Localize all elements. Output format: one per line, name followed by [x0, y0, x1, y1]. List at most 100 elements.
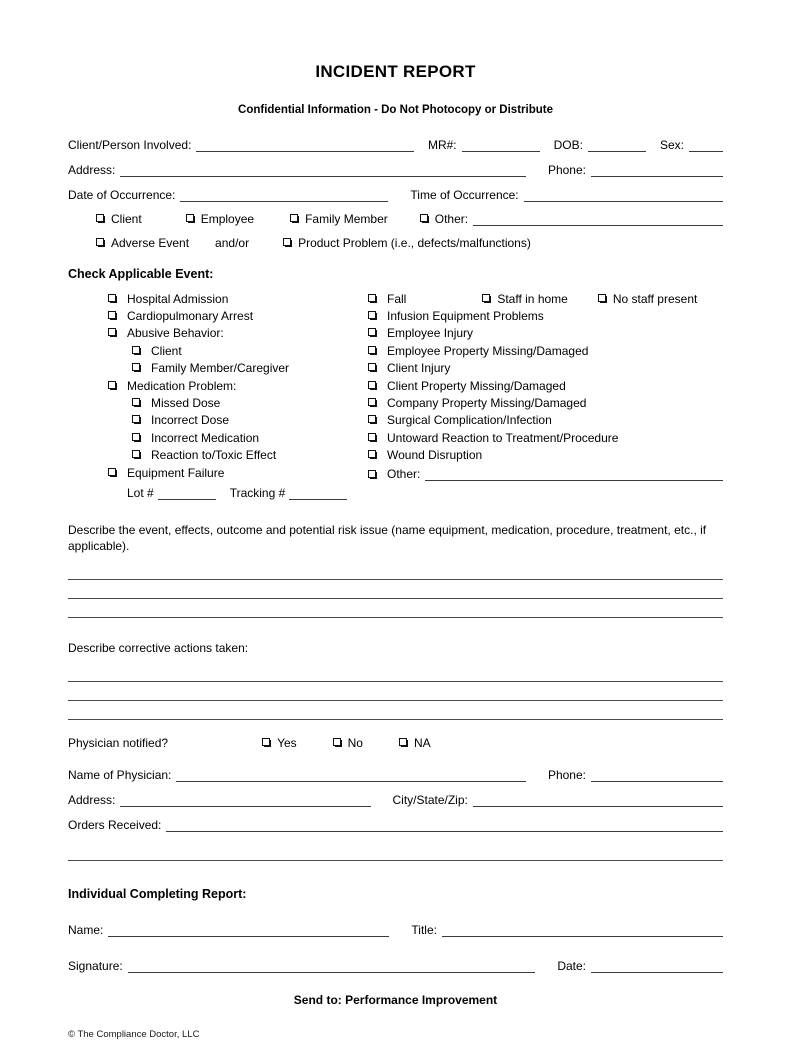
signature-date-input[interactable]: [591, 959, 723, 974]
checkbox-icon[interactable]: [368, 345, 377, 355]
lot-input[interactable]: [157, 487, 216, 501]
checkbox-icon[interactable]: [108, 293, 117, 303]
checkbox-icon[interactable]: [132, 398, 141, 408]
checkbox-incorrect-dose[interactable]: Incorrect Dose: [108, 412, 368, 429]
checkbox-icon[interactable]: [108, 380, 117, 390]
physician-notified-row: Physician notified? Yes No NA: [68, 736, 723, 750]
other-person-input[interactable]: [473, 212, 723, 226]
checkbox-client[interactable]: Client: [96, 212, 142, 226]
checkbox-reaction-toxic-effect[interactable]: Reaction to/Toxic Effect: [108, 447, 368, 464]
checkbox-abusive-client[interactable]: Client: [108, 342, 368, 359]
checkbox-icon[interactable]: [419, 214, 429, 223]
checkbox-cardiopulmonary-arrest[interactable]: Cardiopulmonary Arrest: [108, 307, 368, 324]
checkbox-icon[interactable]: [283, 238, 293, 247]
checkbox-wound-disruption[interactable]: Wound Disruption: [368, 447, 723, 464]
checkbox-icon[interactable]: [132, 415, 141, 425]
checkbox-event-other[interactable]: Other:: [368, 464, 723, 482]
completing-name-input[interactable]: [108, 923, 390, 938]
checkbox-physician-no[interactable]: No: [332, 736, 363, 750]
checkbox-other-person[interactable]: Other:: [419, 212, 473, 226]
date-of-occurrence-input[interactable]: [180, 188, 389, 202]
city-state-zip-input[interactable]: [472, 793, 723, 808]
write-in-line[interactable]: [68, 701, 723, 721]
checkbox-icon[interactable]: [108, 328, 117, 338]
checkbox-icon[interactable]: [132, 450, 141, 460]
checkbox-icon[interactable]: [398, 738, 408, 748]
checkbox-abusive-family-member-caregiver[interactable]: Family Member/Caregiver: [108, 360, 368, 377]
checkbox-missed-dose[interactable]: Missed Dose: [108, 394, 368, 411]
checkbox-icon[interactable]: [132, 345, 141, 355]
write-in-line[interactable]: [68, 580, 723, 600]
checkbox-icon[interactable]: [368, 398, 377, 408]
physician-address-input[interactable]: [120, 793, 371, 808]
completing-title-input[interactable]: [441, 923, 723, 938]
dob-input[interactable]: [587, 138, 646, 152]
physician-name-input[interactable]: [176, 768, 526, 783]
signature-input[interactable]: [127, 959, 536, 974]
physician-phone-input[interactable]: [591, 768, 723, 783]
checkbox-surgical-complication-infection[interactable]: Surgical Complication/Infection: [368, 412, 723, 429]
checkbox-icon[interactable]: [368, 470, 377, 480]
time-of-occurrence-input[interactable]: [523, 188, 723, 202]
checkbox-employee-property-missing-damaged[interactable]: Employee Property Missing/Damaged: [368, 342, 723, 359]
write-in-line[interactable]: [68, 599, 723, 619]
checkbox-icon[interactable]: [368, 380, 377, 390]
checkbox-icon[interactable]: [368, 450, 377, 460]
orders-received-input[interactable]: [166, 818, 723, 833]
sex-input[interactable]: [689, 138, 723, 152]
checkbox-fall[interactable]: Fall Staff in home No staff present: [368, 290, 723, 307]
write-in-line[interactable]: [68, 844, 723, 862]
checkbox-label: NA: [413, 736, 431, 751]
checkbox-physician-yes[interactable]: Yes: [262, 736, 297, 750]
checkbox-icon[interactable]: [368, 363, 377, 373]
checkbox-employee[interactable]: Employee: [185, 212, 254, 226]
phone-input[interactable]: [591, 163, 723, 177]
checkbox-icon[interactable]: [482, 293, 492, 303]
checkbox-label: No staff present: [612, 291, 698, 306]
checkbox-icon[interactable]: [368, 328, 377, 338]
address-input[interactable]: [120, 163, 526, 177]
checkbox-incorrect-medication[interactable]: Incorrect Medication: [108, 429, 368, 446]
checkbox-icon[interactable]: [368, 432, 377, 442]
checkbox-icon[interactable]: [96, 214, 105, 223]
checkbox-product-problem[interactable]: Product Problem (i.e., defects/malfuncti…: [283, 236, 531, 250]
checkbox-no-staff-present[interactable]: No staff present: [597, 291, 698, 306]
checkbox-icon[interactable]: [185, 214, 195, 223]
write-in-line[interactable]: [68, 665, 723, 683]
checkbox-icon[interactable]: [368, 415, 377, 425]
checkbox-icon[interactable]: [108, 311, 117, 321]
checkbox-infusion-equipment-problems[interactable]: Infusion Equipment Problems: [368, 307, 723, 324]
checkbox-employee-injury[interactable]: Employee Injury: [368, 325, 723, 342]
checkbox-icon[interactable]: [368, 311, 377, 321]
checkbox-client-injury[interactable]: Client Injury: [368, 360, 723, 377]
checkbox-family-member[interactable]: Family Member: [290, 212, 388, 226]
checkbox-icon[interactable]: [262, 738, 272, 748]
checkbox-untoward-reaction[interactable]: Untoward Reaction to Treatment/Procedure: [368, 429, 723, 446]
phone-label: Phone:: [547, 163, 586, 177]
checkbox-icon[interactable]: [290, 214, 300, 223]
checkbox-company-property-missing-damaged[interactable]: Company Property Missing/Damaged: [368, 394, 723, 411]
checkbox-adverse-event[interactable]: Adverse Event: [96, 236, 189, 250]
checkbox-equipment-failure[interactable]: Equipment Failure: [108, 464, 368, 481]
checkbox-hospital-admission[interactable]: Hospital Admission: [108, 290, 368, 307]
write-in-line[interactable]: [68, 682, 723, 702]
checkbox-icon[interactable]: [332, 738, 342, 748]
checkbox-staff-in-home[interactable]: Staff in home: [482, 292, 568, 306]
checkbox-icon[interactable]: [132, 432, 141, 442]
checkbox-icon[interactable]: [132, 363, 141, 373]
checkbox-icon[interactable]: [108, 467, 117, 477]
client-input[interactable]: [196, 138, 414, 152]
tracking-input[interactable]: [289, 487, 348, 501]
checkbox-icon[interactable]: [368, 293, 377, 303]
mr-input[interactable]: [461, 138, 540, 152]
checkbox-icon[interactable]: [597, 293, 607, 303]
checkbox-client-property-missing-damaged[interactable]: Client Property Missing/Damaged: [368, 377, 723, 394]
event-other-input[interactable]: [425, 467, 723, 482]
write-in-line[interactable]: [68, 563, 723, 581]
checkbox-icon[interactable]: [96, 238, 105, 247]
date-of-occurrence-label: Date of Occurrence:: [68, 188, 176, 202]
checkbox-abusive-behavior[interactable]: Abusive Behavior:: [108, 325, 368, 342]
completing-title-label: Title:: [411, 923, 437, 938]
checkbox-medication-problem[interactable]: Medication Problem:: [108, 377, 368, 394]
checkbox-physician-na[interactable]: NA: [398, 736, 431, 751]
